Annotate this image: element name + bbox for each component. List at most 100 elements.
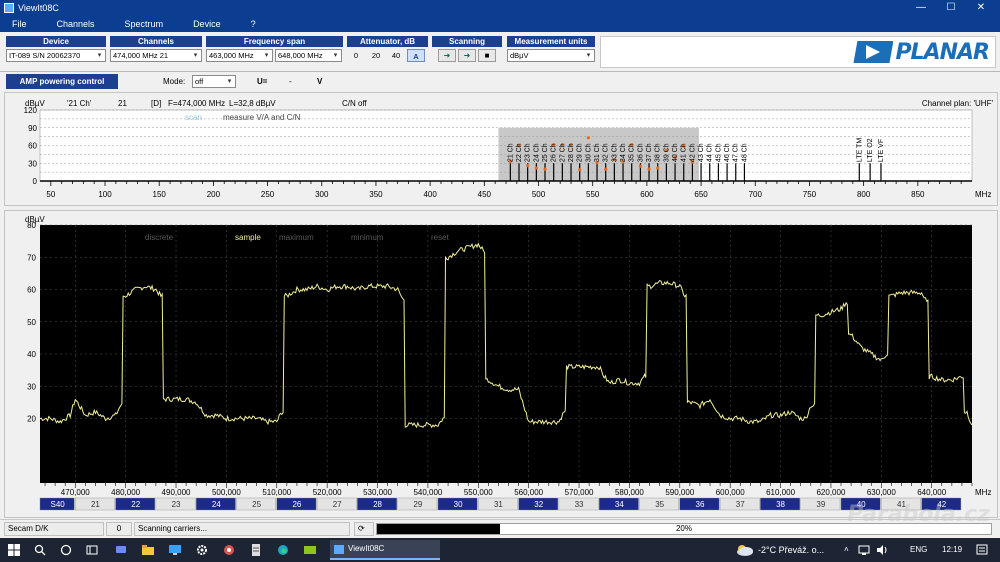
overview-channel-label: 32 Ch [603,143,610,162]
channels-select[interactable]: 474,000 MHz 21 ▾ [110,49,202,62]
menu-help[interactable]: ? [251,19,256,29]
channel-bar-label: 29 [413,500,422,509]
network-icon[interactable] [858,544,870,556]
maximize-button[interactable]: ☐ [936,0,966,16]
overview-x-tick-label: 750 [803,190,817,199]
clock[interactable]: 12:19 [942,538,962,562]
browser-icon[interactable] [223,544,235,556]
span-to-select[interactable]: 648,000 MHz ▾ [275,49,342,62]
channel-bar-label: 37 [736,500,745,509]
overview-channel-label: 41 Ch [681,143,688,162]
windows-start-icon[interactable] [8,544,20,556]
weather-text[interactable]: -2°C Převáž. o... [758,538,824,562]
notifications-icon[interactable] [976,544,988,556]
overview-y-tick-label: 120 [24,106,38,115]
mode-select[interactable]: off ▾ [192,75,236,88]
info-level: L=32,8 dBµV [229,99,276,108]
menu-channels[interactable]: Channels [57,19,95,29]
channel-plan: Channel plan: 'UHF' [922,99,994,108]
overview-channel-label: 25 Ch [542,143,549,162]
edge-icon[interactable] [277,544,289,556]
spectrum-y-tick-label: 80 [27,221,36,230]
channel-bar-label: S40 [51,500,66,509]
spectrum-y-tick-label: 30 [27,382,36,391]
overview-x-tick-label: 300 [315,190,329,199]
overview-channel-label: 24 Ch [533,143,540,162]
settings-gear-icon[interactable] [196,544,208,556]
file-explorer-icon[interactable] [142,544,154,556]
chevron-down-icon: ▾ [264,52,269,59]
document-icon[interactable] [250,544,262,556]
task-view-icon[interactable] [86,544,98,556]
cortana-icon[interactable] [60,544,72,556]
overview-chart[interactable]: dBµV '21 Ch' 21 [D] F=474,000 MHz L=32,8… [5,93,997,205]
scanning-group: Scanning ➜ ➜ ■ [432,36,502,66]
overview-channel-label: 46 Ch [724,143,731,162]
weather-cloud-icon [737,545,753,556]
channel-bar-label: 31 [494,500,503,509]
menu-file[interactable]: File [12,19,27,29]
spectrum-x-tick-label: 540,000 [413,488,442,497]
overview-channel-label: 21 Ch [507,143,514,162]
units-header: Measurement units [507,36,595,47]
media-app-icon[interactable] [304,544,316,556]
spectrum-x-tick-label: 640,000 [917,488,946,497]
speaker-icon[interactable] [876,544,888,556]
menu-spectrum[interactable]: Spectrum [125,19,164,29]
status-system: Secam D/K [4,522,104,536]
span-to-value: 648,000 MHz [278,51,323,60]
channel-bar-label: 27 [333,500,342,509]
attenuator-20[interactable]: 20 [367,49,385,62]
attenuator-40[interactable]: 40 [387,49,405,62]
overview-channel-label: 29 Ch [577,143,584,162]
chevron-down-icon: ▾ [97,52,102,59]
spectrum-x-tick-label: 580,000 [615,488,644,497]
overview-panel: dBµV '21 Ch' 21 [D] F=474,000 MHz L=32,8… [4,92,998,206]
desktop-app-icon[interactable] [169,544,181,556]
refresh-icon[interactable]: ⟳ [354,522,374,536]
frequency-span-group: Frequency span 463,000 MHz ▾ 648,000 MHz… [206,36,343,66]
overview-channel-label: 47 Ch [733,143,740,162]
info-channel: '21 Ch' [67,99,92,108]
overview-channel-label: 36 Ch [637,143,644,162]
chat-icon[interactable] [115,544,127,556]
tray-chevron-icon[interactable]: ˄ [844,538,849,562]
spectrum-y-tick-label: 70 [27,253,36,262]
overview-channel-label: 27 Ch [559,143,566,162]
menu-device[interactable]: Device [193,19,221,29]
overview-channel-level [604,167,608,171]
device-select[interactable]: IT-089 S/N 20062370 ▾ [6,49,106,62]
units-select[interactable]: dBµV ▾ [507,49,595,62]
attenuator-0[interactable]: 0 [347,49,365,62]
overview-channel-label: 44 Ch [707,143,714,162]
measure-label: measure V/A and C/N [223,113,301,122]
minimize-button[interactable]: — [906,0,936,16]
units-value: dBµV [510,51,529,60]
chevron-down-icon: ▾ [586,52,591,59]
scan-stop-button[interactable]: ■ [478,49,496,62]
span-from-select[interactable]: 463,000 MHz ▾ [206,49,273,62]
frequency-span-header: Frequency span [206,36,343,47]
language-indicator[interactable]: ENG [910,538,927,562]
scan-start-button[interactable]: ➜ [438,49,456,62]
overview-channel-level [543,167,547,171]
channel-bar-label: 24 [212,500,221,509]
overview-channel-label: 39 Ch [663,143,670,162]
amp-powering-button[interactable]: AMP powering control [6,74,118,89]
attenuator-auto[interactable]: A [407,49,425,62]
overview-x-tick-label: 250 [261,190,275,199]
spectrum-x-tick-label: 590,000 [665,488,694,497]
search-icon[interactable] [34,544,46,556]
spectrum-mode-maximum: maximum [279,233,314,242]
spectrum-x-tick-label: 630,000 [867,488,896,497]
channel-bar-label: 38 [776,500,785,509]
spectrum-chart[interactable]: dBµV MHz 20304050607080470,000 480,000 490… [5,211,997,517]
device-group: Device IT-089 S/N 20062370 ▾ [6,36,106,66]
info-cn: C/N off [342,99,368,108]
close-button[interactable]: ✕ [966,0,996,16]
scan-continuous-button[interactable]: ➜ [458,49,476,62]
taskbar-app-viewit[interactable]: ViewIt08C [330,540,440,560]
overview-channel-label: 22 Ch [516,143,523,162]
device-value: IT-089 S/N 20062370 [9,51,81,60]
channel-bar-label: 33 [575,500,584,509]
